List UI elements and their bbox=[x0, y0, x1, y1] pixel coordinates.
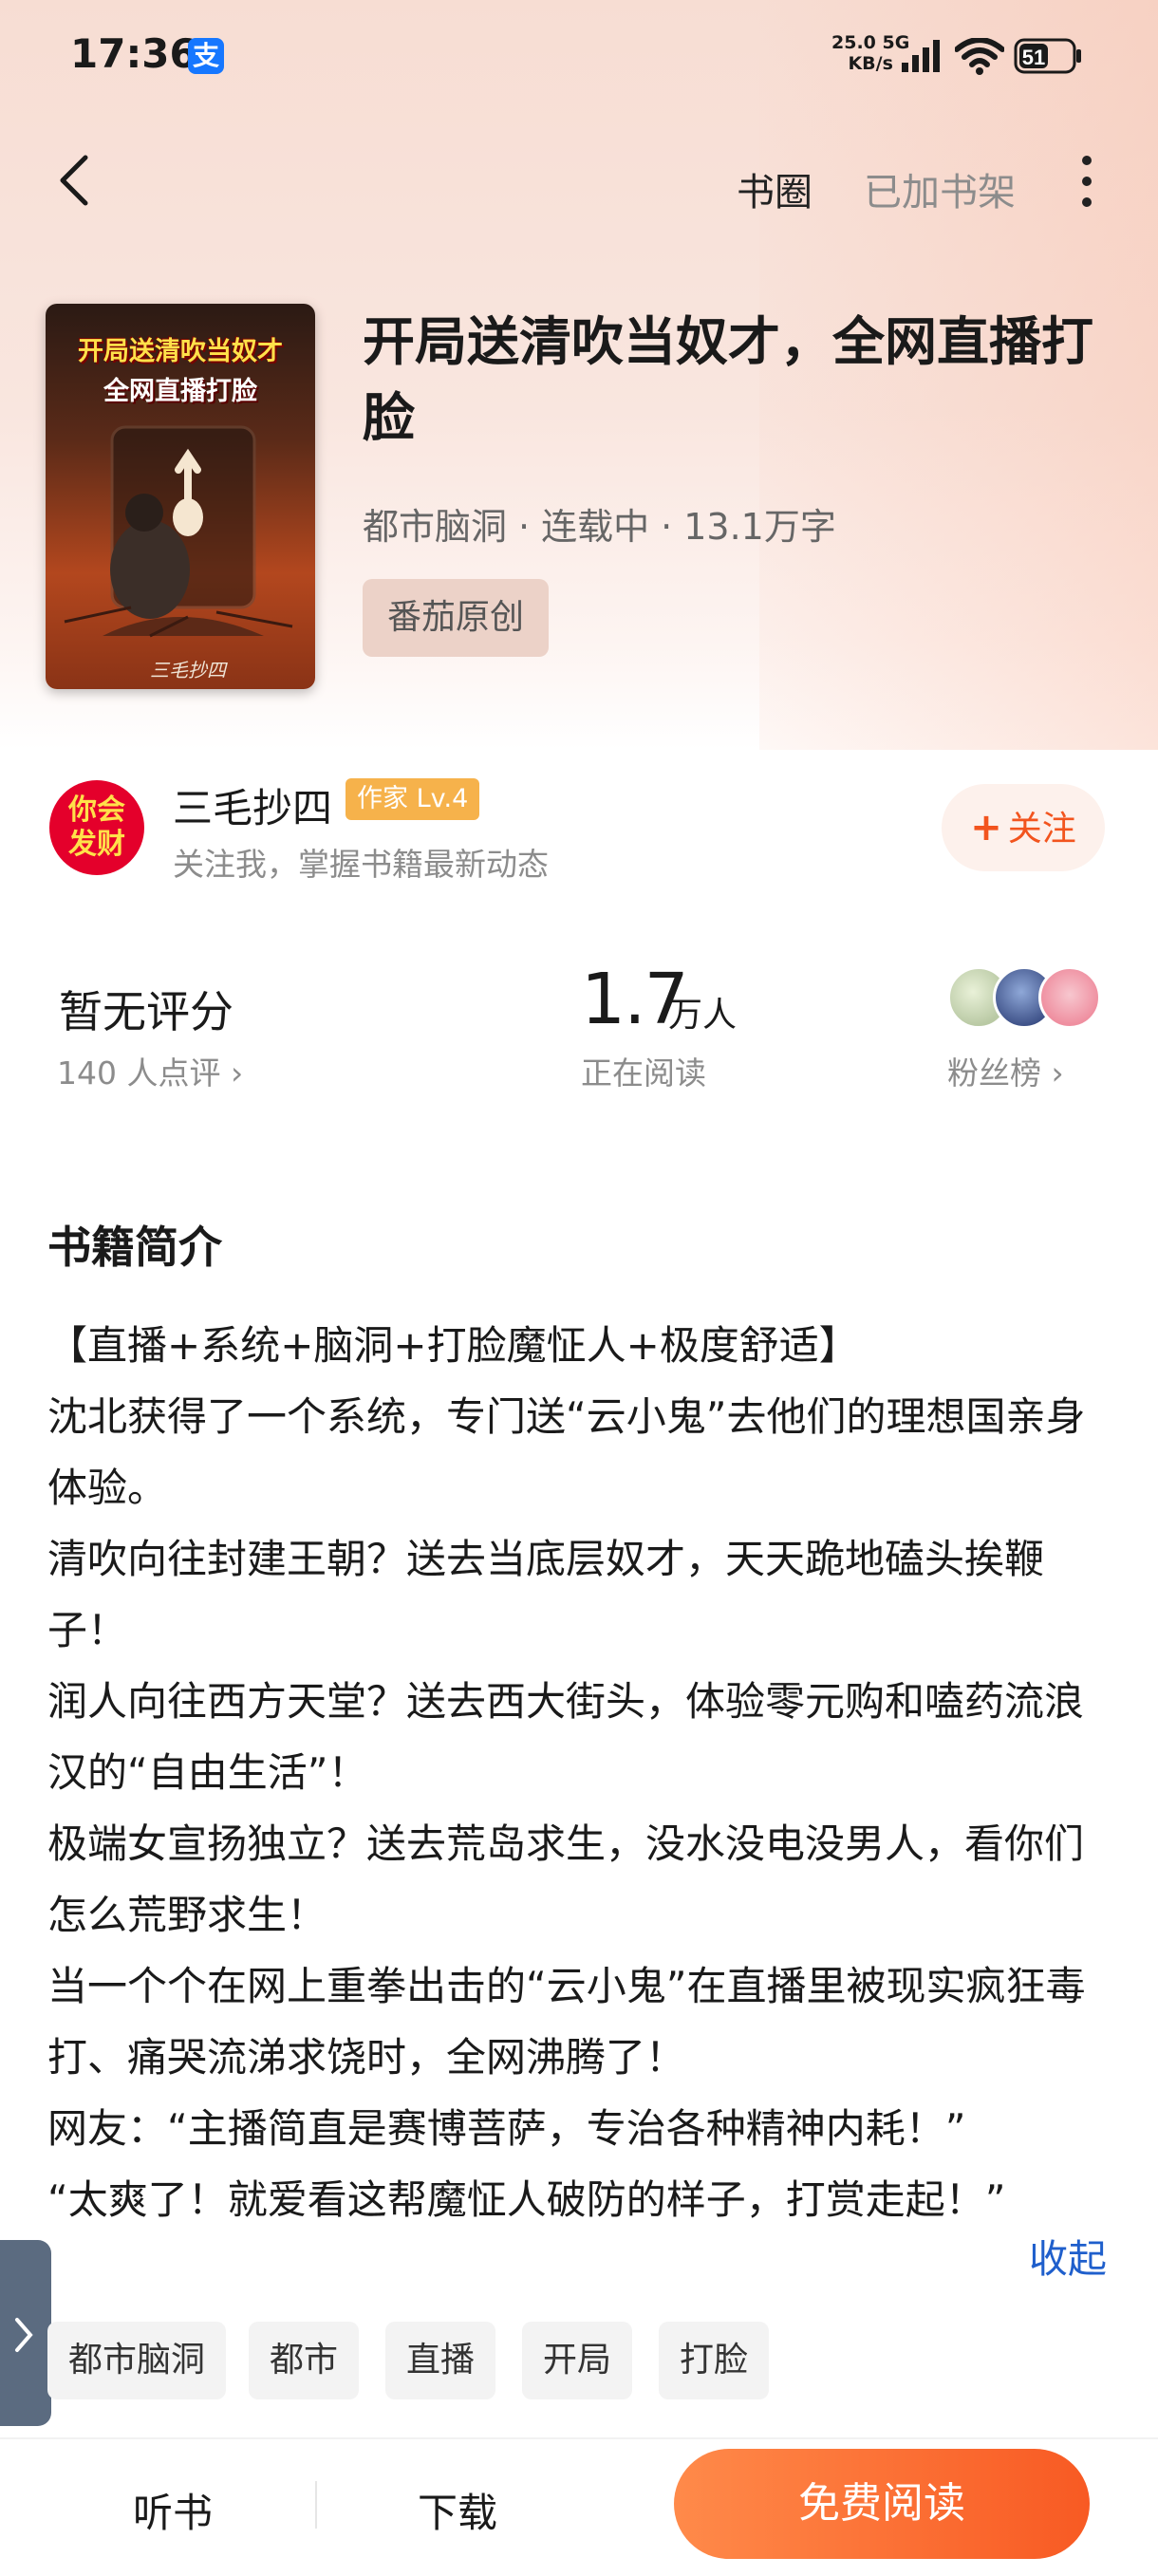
tag-item[interactable]: 打脸 bbox=[659, 2322, 770, 2399]
intro-paragraph: 网友：“主播简直是赛博菩萨，专治各种精神内耗！” bbox=[47, 2105, 966, 2152]
intro-paragraph: 润人向往西方天堂？送去西大街头，体验零元购和嗑药流浪汉的“自由生活”！ bbox=[47, 1678, 1085, 1796]
author-subtitle: 关注我，掌握书籍最新动态 bbox=[173, 846, 549, 883]
download-button[interactable]: 下载 bbox=[418, 2481, 497, 2539]
book-category: 都市脑洞 bbox=[363, 506, 508, 548]
intro-paragraph: “太爽了！就爱看这帮魔怔人破防的样子，打赏走起！” bbox=[47, 2176, 1006, 2223]
added-to-shelf-button[interactable]: 已加书架 bbox=[864, 161, 1016, 216]
follow-button[interactable]: + 关注 bbox=[942, 784, 1105, 871]
back-icon[interactable] bbox=[49, 152, 101, 209]
book-status: 连载中 bbox=[541, 506, 650, 548]
tag-item[interactable]: 都市脑洞 bbox=[47, 2322, 227, 2399]
cover-title-line2: 全网直播打脸 bbox=[103, 377, 257, 406]
author-level-badge: 作家 Lv.4 bbox=[346, 778, 480, 820]
chevron-right-icon bbox=[15, 2318, 33, 2352]
book-cover[interactable]: 开局送清吹当奴才 全网直播打脸 三毛抄四 bbox=[46, 304, 315, 689]
intro-paragraph: 极端女宣扬独立？送去荒岛求生，没水没电没男人，看你们怎么荒野求生！ bbox=[47, 1820, 1085, 1938]
tag-item[interactable]: 直播 bbox=[385, 2322, 496, 2399]
battery-level: 51 bbox=[1022, 46, 1045, 69]
rating-count-link[interactable]: 140 人点评 › bbox=[57, 1048, 243, 1093]
readers-unit: 万人 bbox=[668, 996, 738, 1035]
network-speed-unit: KB/s bbox=[848, 53, 893, 74]
intro-paragraph: 清吹向往封建王朝？送去当底层奴才，天天跪地磕头挨鞭子！ bbox=[47, 1536, 1045, 1653]
signal-icon bbox=[902, 40, 940, 72]
fan-avatars[interactable] bbox=[947, 966, 1109, 1029]
more-options-icon[interactable] bbox=[1073, 150, 1101, 213]
collapse-button[interactable]: 收起 bbox=[1029, 2227, 1107, 2284]
wifi-icon bbox=[955, 38, 1004, 75]
intro-heading: 书籍简介 bbox=[47, 1222, 222, 1273]
cover-author-signature: 三毛抄四 bbox=[150, 659, 226, 681]
intro-body: 【直播+系统+脑洞+打脸魔怔人+极度舒适】 沈北获得了一个系统，专门送“云小鬼”… bbox=[47, 1310, 1120, 2235]
meta-separator: · bbox=[518, 506, 531, 548]
cover-artwork bbox=[64, 425, 293, 638]
battery-icon: 51 bbox=[1014, 38, 1081, 74]
fan-ranking-link[interactable]: 粉丝榜 › bbox=[947, 1048, 1064, 1093]
book-word-count: 13.1万字 bbox=[683, 506, 836, 548]
network-speed-value: 25.0 bbox=[831, 32, 876, 53]
follow-plus-icon: + bbox=[970, 806, 1002, 849]
tag-item[interactable]: 都市 bbox=[249, 2322, 360, 2399]
listen-button[interactable]: 听书 bbox=[133, 2481, 213, 2539]
intro-paragraph: 当一个个在网上重拳出击的“云小鬼”在直播里被现实疯狂毒打、痛哭流涕求饶时，全网沸… bbox=[47, 1963, 1086, 2081]
book-meta: 都市脑洞 · 连载中 · 13.1万字 bbox=[363, 497, 836, 550]
bar-divider bbox=[315, 2481, 317, 2529]
readers-label: 正在阅读 bbox=[581, 1055, 706, 1092]
network-speed: 25.0 5G KB/s bbox=[831, 32, 909, 74]
avatar-text-line2: 发财 bbox=[68, 828, 125, 861]
author-name[interactable]: 三毛抄四 bbox=[173, 776, 332, 834]
side-drawer-handle[interactable] bbox=[0, 2240, 51, 2426]
book-circle-link[interactable]: 书圈 bbox=[737, 161, 812, 216]
book-title: 开局送清吹当奴才，全网直播打脸 bbox=[363, 311, 1094, 448]
alipay-icon: 支 bbox=[188, 38, 224, 74]
tag-item[interactable]: 开局 bbox=[522, 2322, 633, 2399]
intro-paragraph: 沈北获得了一个系统，专门送“云小鬼”去他们的理想国亲身体验。 bbox=[47, 1393, 1086, 1511]
free-read-button[interactable]: 免费阅读 bbox=[674, 2449, 1090, 2559]
source-tag: 番茄原创 bbox=[363, 579, 550, 657]
author-avatar[interactable]: 你会 发财 bbox=[49, 780, 144, 875]
status-time: 17:36 bbox=[70, 30, 197, 77]
intro-paragraph: 【直播+系统+脑洞+打脸魔怔人+极度舒适】 bbox=[47, 1322, 859, 1369]
fan-avatar bbox=[1038, 966, 1101, 1029]
follow-label: 关注 bbox=[1007, 810, 1076, 849]
rating-value: 暂无评分 bbox=[59, 986, 233, 1037]
cover-title-line1: 开局送清吹当奴才 bbox=[78, 337, 283, 366]
avatar-text-line1: 你会 bbox=[68, 793, 125, 827]
meta-separator: · bbox=[661, 506, 673, 548]
